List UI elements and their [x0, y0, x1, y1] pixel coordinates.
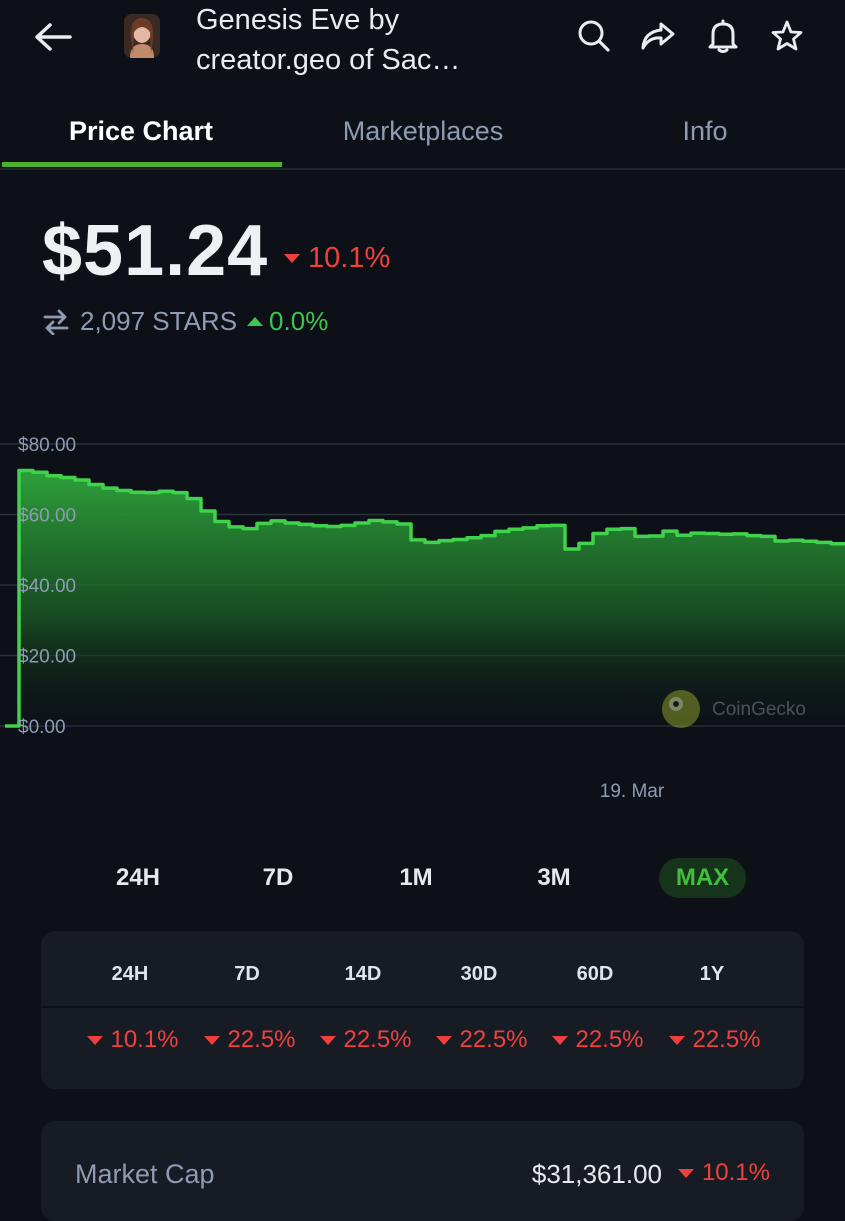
search-button[interactable] [572, 14, 616, 58]
tab-bar: Price Chart Marketplaces Info [0, 96, 845, 170]
change-header-60d: 60D [576, 963, 614, 985]
change-value-1y: 22.5% [657, 1026, 773, 1054]
price-change-value: 10.1% [308, 242, 391, 274]
change-value-14d: 22.5% [308, 1026, 424, 1054]
title-line-1: Genesis Eve by [196, 4, 400, 36]
range-max-button[interactable]: MAX [659, 858, 746, 898]
change-value-text: 22.5% [343, 1026, 412, 1053]
change-value-30d: 22.5% [424, 1026, 540, 1054]
share-button[interactable] [636, 14, 680, 58]
price-change-table: 24H 7D 14D 30D 60D 1Y 10.1% 22.5% 22.5% … [41, 931, 804, 1089]
change-header-24h: 24H [111, 963, 149, 985]
title-line-2: creator.geo of Sac… [196, 44, 461, 76]
down-arrow-icon [677, 1168, 694, 1178]
down-arrow-icon [436, 1035, 453, 1045]
y-tick-label: $60.00 [18, 506, 76, 527]
down-arrow-icon [552, 1035, 569, 1045]
change-value-7d: 22.5% [192, 1026, 308, 1054]
back-arrow-icon [35, 23, 72, 51]
back-button[interactable] [28, 14, 78, 60]
watermark-text: CoinGecko [712, 699, 806, 720]
change-value-60d: 22.5% [540, 1026, 656, 1054]
change-value-text: 22.5% [575, 1026, 644, 1053]
favorite-button[interactable] [765, 14, 809, 58]
change-value-text: 22.5% [692, 1026, 761, 1053]
y-tick-label: $0.00 [18, 717, 66, 738]
x-tick-label: 19. Mar [600, 781, 665, 802]
change-header-30d: 30D [460, 963, 498, 985]
stars-price-value: 2,097 STARS [80, 306, 238, 336]
active-tab-indicator [2, 162, 282, 167]
tab-info[interactable]: Info [564, 96, 845, 166]
range-7d-button[interactable]: 7D [240, 858, 316, 898]
range-3m-button[interactable]: 3M [516, 858, 592, 898]
change-value-24h: 10.1% [75, 1026, 191, 1054]
market-cap-label: Market Cap [75, 1159, 215, 1189]
down-arrow-icon [669, 1035, 686, 1045]
down-arrow-icon [284, 254, 300, 263]
current-price: $51.24 [42, 211, 269, 291]
change-header-1y: 1Y [699, 963, 725, 985]
market-cap-value: $31,361.00 [531, 1159, 662, 1189]
change-value-text: 22.5% [227, 1026, 296, 1053]
price-chart[interactable]: $80.00$60.00$40.00$20.00$0.00 CoinGecko … [0, 420, 845, 820]
y-tick-label: $40.00 [18, 576, 76, 597]
bell-icon [708, 19, 738, 53]
stars-change-value: 0.0% [269, 306, 329, 336]
change-header-14d: 14D [344, 963, 382, 985]
alert-button[interactable] [701, 14, 745, 58]
collection-avatar [124, 14, 160, 58]
range-24h-button[interactable]: 24H [100, 858, 176, 898]
stars-price-row: 2,097 STARS 0.0% [42, 306, 328, 337]
change-header-7d: 7D [234, 963, 260, 985]
market-cap-change: 10.1% [677, 1159, 770, 1187]
table-divider [41, 1006, 804, 1008]
price-change: 10.1% [284, 242, 390, 275]
stars-change: 0.0% [247, 306, 328, 337]
change-value-text: 22.5% [459, 1026, 528, 1053]
down-arrow-icon [320, 1035, 337, 1045]
page-title: Genesis Eve by creator.geo of Sac… [196, 0, 526, 80]
down-arrow-icon [87, 1035, 104, 1045]
y-tick-label: $80.00 [18, 435, 76, 456]
tab-price-chart[interactable]: Price Chart [0, 96, 282, 166]
search-icon [578, 20, 610, 52]
down-arrow-icon [204, 1035, 221, 1045]
up-arrow-icon [247, 317, 264, 326]
market-cap-change-value: 10.1% [701, 1159, 770, 1186]
tab-marketplaces[interactable]: Marketplaces [282, 96, 564, 166]
y-tick-label: $20.00 [18, 647, 76, 668]
price-area-fill [5, 470, 845, 726]
range-1m-button[interactable]: 1M [378, 858, 454, 898]
swap-arrows-icon [43, 309, 69, 335]
star-icon [771, 20, 803, 51]
change-value-text: 10.1% [110, 1026, 179, 1053]
market-cap-card: Market Cap $31,361.00 10.1% [41, 1121, 804, 1221]
share-icon [641, 22, 675, 50]
